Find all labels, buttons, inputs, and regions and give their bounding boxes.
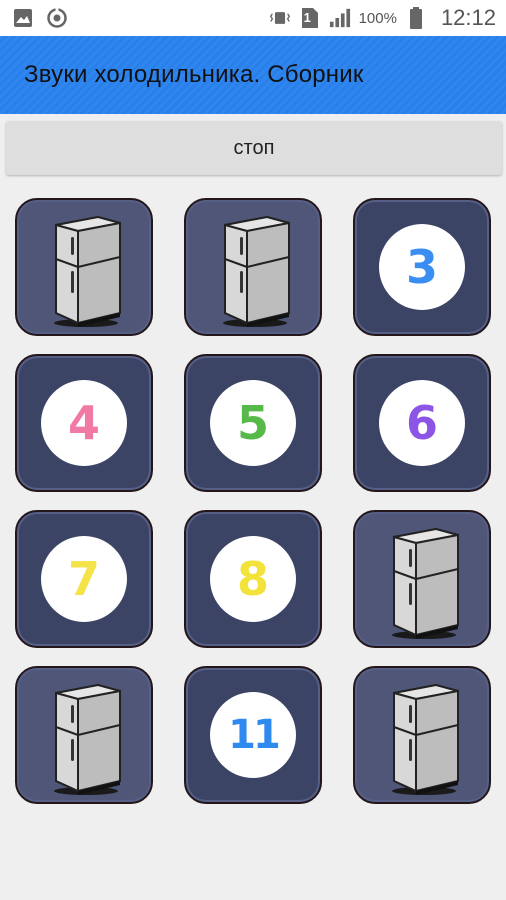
status-bar: 1 100% 12:12 (0, 0, 506, 36)
sound-tile[interactable] (15, 198, 153, 336)
number-badge: 8 (210, 536, 296, 622)
tile-number: 8 (236, 552, 269, 606)
number-badge: 4 (41, 380, 127, 466)
tile-number: 11 (228, 712, 281, 758)
battery-percent: 100% (358, 9, 397, 27)
sound-tile[interactable] (15, 666, 153, 804)
sound-tile[interactable]: 5 (184, 354, 322, 492)
sound-tile[interactable]: 8 (184, 510, 322, 648)
fridge-icon (54, 683, 121, 795)
image-icon (12, 7, 34, 29)
clock: 12:12 (440, 5, 496, 30)
status-right: 1 100% 12:12 (269, 5, 496, 31)
fridge-icon (223, 215, 290, 327)
sound-tile[interactable]: 4 (15, 354, 153, 492)
number-badge: 11 (210, 692, 296, 778)
sound-tile[interactable]: 7 (15, 510, 153, 648)
number-badge: 6 (379, 380, 465, 466)
tile-number: 5 (236, 396, 269, 450)
sound-tile[interactable] (184, 198, 322, 336)
sound-tile[interactable]: 11 (184, 666, 322, 804)
app-bar: Звуки холодильника. Сборник (0, 36, 506, 114)
vibrate-icon (269, 7, 291, 29)
battery-icon (405, 7, 427, 29)
number-badge: 3 (379, 224, 465, 310)
stop-button[interactable]: стоп (6, 121, 502, 175)
fridge-icon (392, 683, 459, 795)
sim-icon: 1 (299, 7, 321, 29)
number-badge: 5 (210, 380, 296, 466)
sync-icon (46, 7, 68, 29)
sound-tile[interactable] (353, 666, 491, 804)
status-left (12, 7, 68, 29)
tile-number: 7 (67, 552, 100, 606)
tile-number: 4 (67, 396, 100, 450)
sound-tile[interactable]: 6 (353, 354, 491, 492)
fridge-icon (392, 527, 459, 639)
sound-grid: 3 4 5 6 7 8 11 (15, 198, 491, 804)
tile-number: 3 (405, 240, 438, 294)
sound-tile[interactable] (353, 510, 491, 648)
app-title: Звуки холодильника. Сборник (24, 61, 364, 88)
tile-number: 6 (405, 396, 438, 450)
sound-tile[interactable]: 3 (353, 198, 491, 336)
number-badge: 7 (41, 536, 127, 622)
fridge-icon (54, 215, 121, 327)
signal-icon (329, 7, 351, 29)
sim-label: 1 (303, 10, 311, 25)
